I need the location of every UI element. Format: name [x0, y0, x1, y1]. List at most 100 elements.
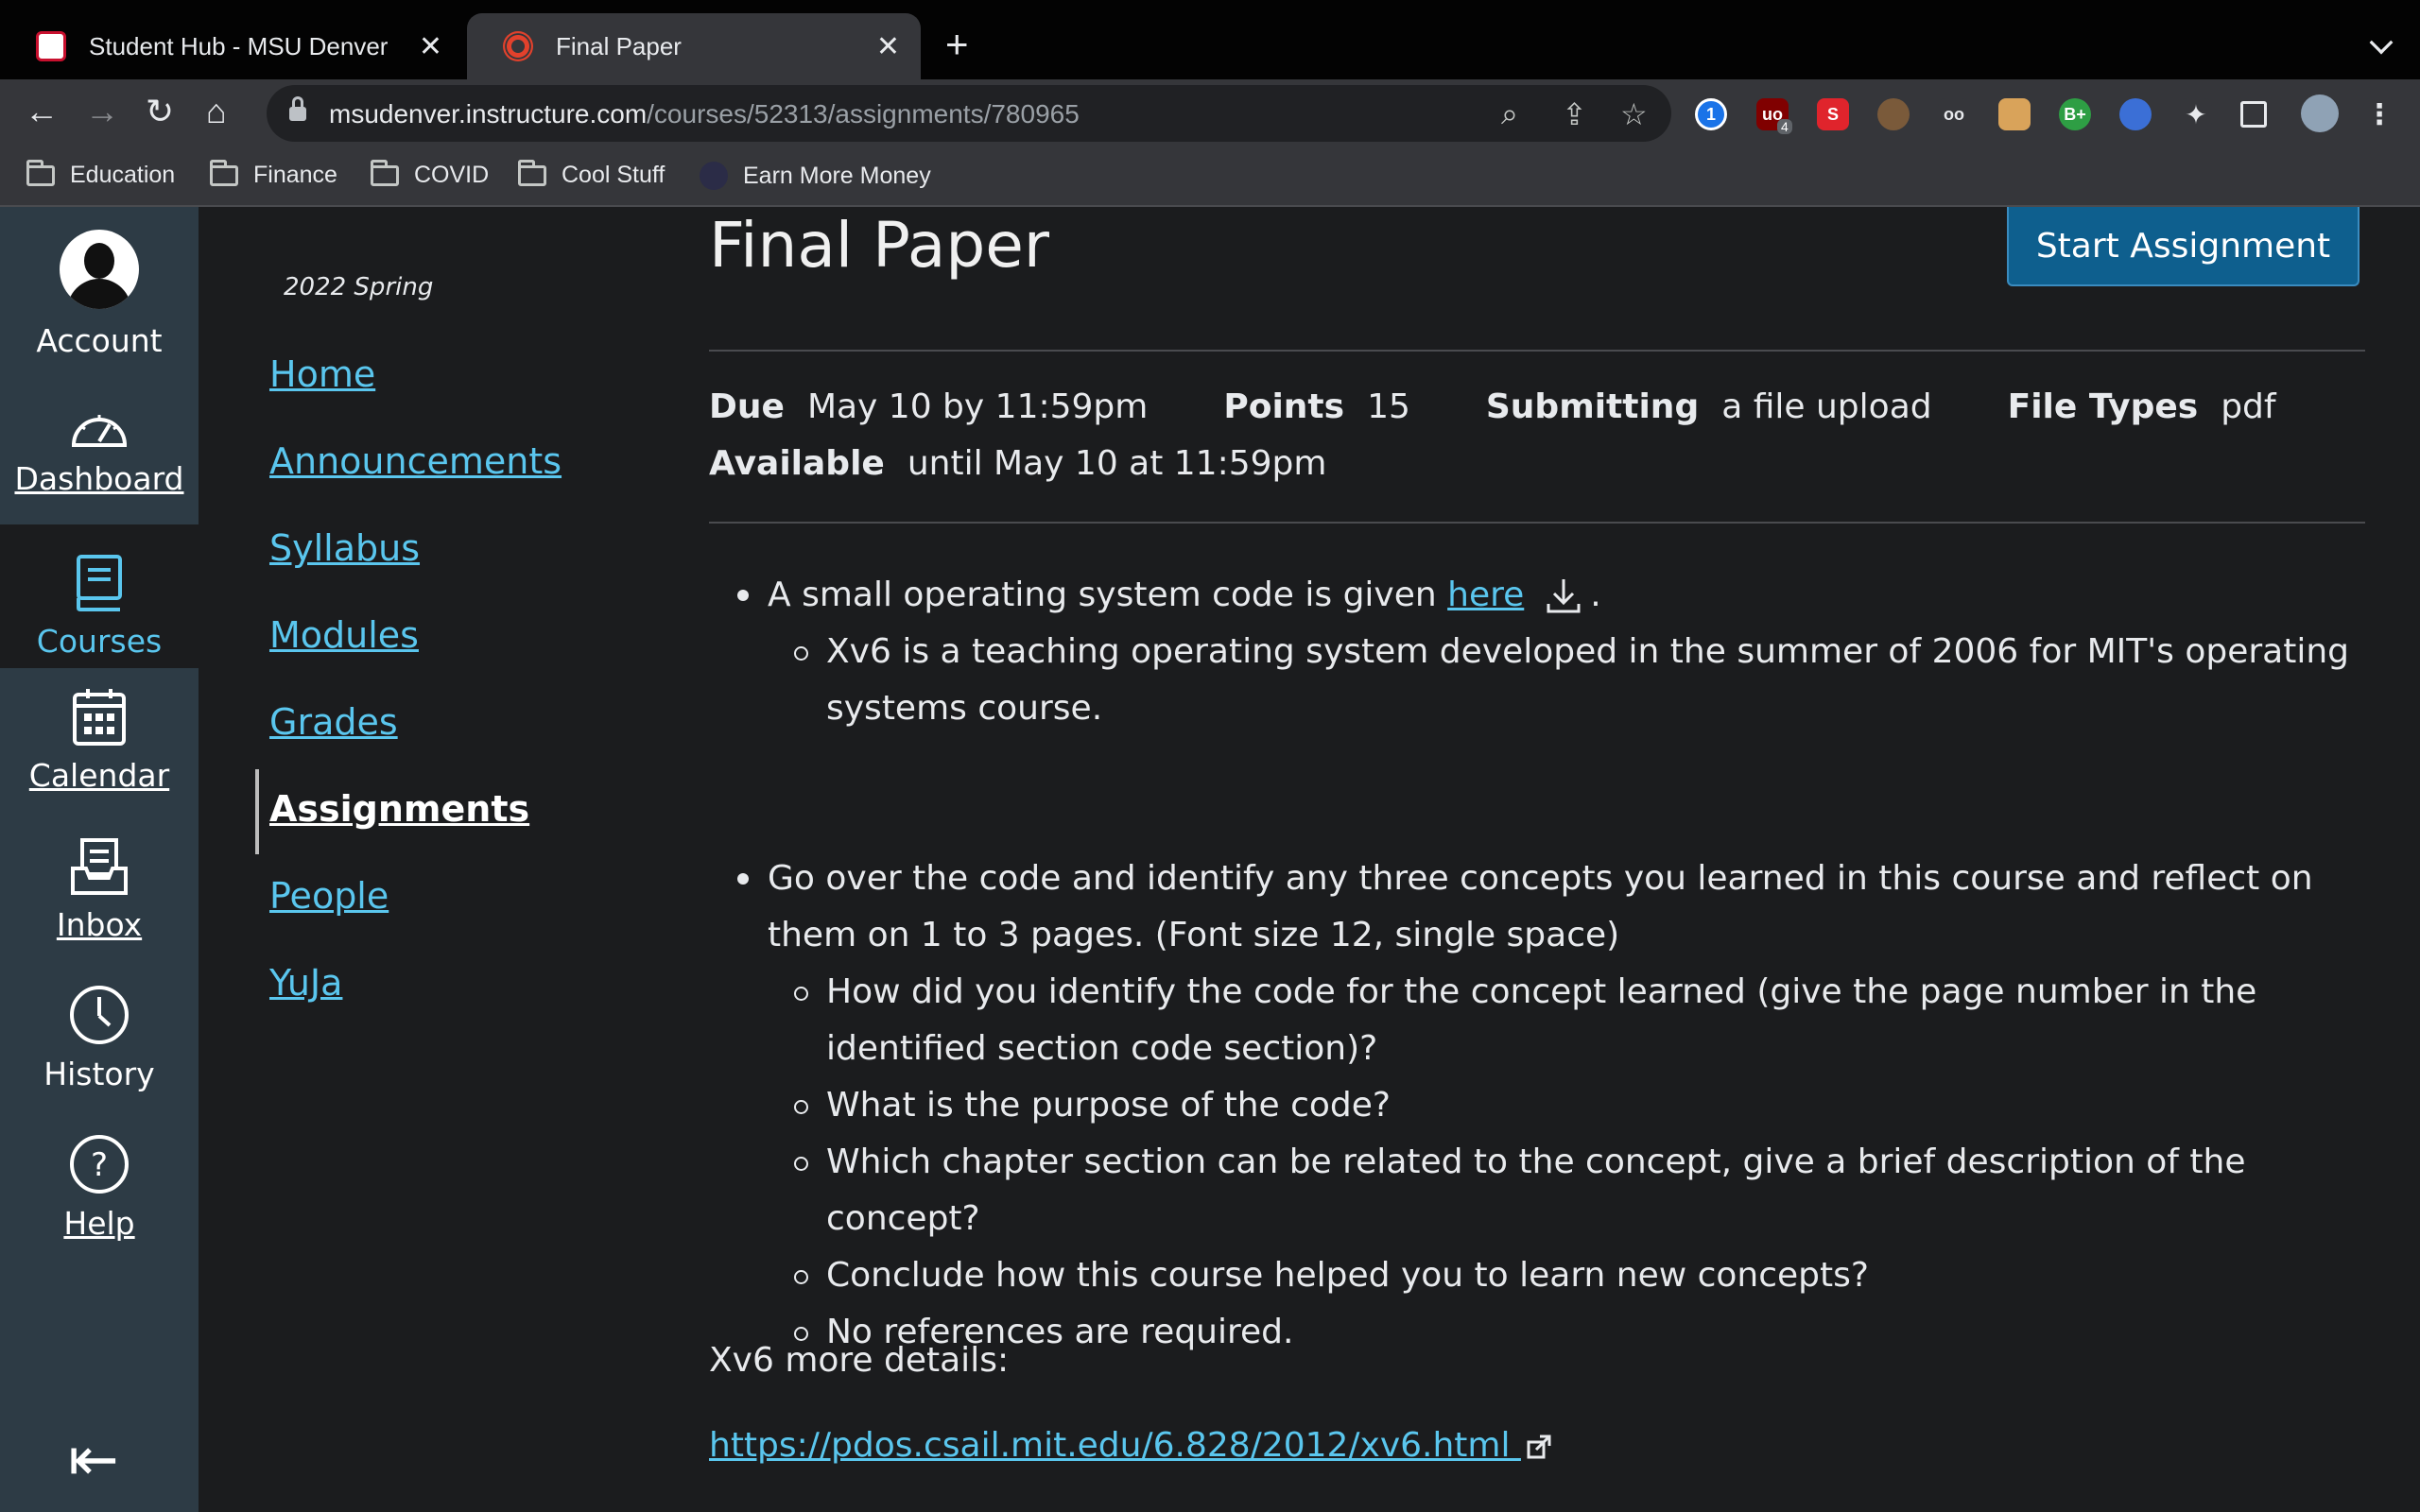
assignment-content: Final Paper Start Assignment Due May 10 b…	[709, 207, 2420, 1512]
new-tab-button[interactable]: +	[945, 25, 969, 64]
list-item: Go over the code and identify any three …	[737, 850, 2373, 1361]
calendar-icon	[73, 689, 126, 746]
global-navigation: Account Dashboard Courses Calendar Inbox…	[0, 207, 199, 1512]
details-link-row: https://pdos.csail.mit.edu/6.828/2012/xv…	[709, 1418, 2373, 1474]
blue-extension-icon[interactable]	[2119, 98, 2152, 130]
xv6-details-link[interactable]: https://pdos.csail.mit.edu/6.828/2012/xv…	[709, 1426, 1521, 1465]
course-nav-syllabus[interactable]: Syllabus	[269, 527, 420, 569]
download-icon[interactable]	[1545, 576, 1582, 617]
course-nav-assignments[interactable]: Assignments	[269, 788, 529, 830]
bookmark-education[interactable]: Education	[26, 159, 176, 189]
avatar	[60, 230, 139, 309]
global-nav-label: Inbox	[56, 906, 143, 943]
course-nav-yuja[interactable]: YuJa	[269, 962, 342, 1004]
url-path: /courses/52313/assignments/780965	[647, 99, 1080, 129]
global-nav-label: Help	[63, 1205, 135, 1242]
global-nav-calendar[interactable]: Calendar	[0, 687, 199, 794]
help-icon: ?	[70, 1135, 129, 1194]
browser-tab-bar: Student Hub - MSU Denver ✕ Final Paper ✕…	[0, 0, 2420, 79]
bookmark-label: Education	[70, 162, 176, 188]
global-nav-account[interactable]: Account	[0, 230, 199, 359]
inbox-icon	[71, 838, 128, 895]
course-nav-home[interactable]: Home	[269, 353, 375, 395]
back-button[interactable]: ←	[25, 94, 59, 129]
points-label: Points	[1223, 387, 1345, 426]
list-item: What is the purpose of the code?	[794, 1077, 2373, 1134]
available-label: Available	[709, 444, 885, 483]
bookmark-label: Earn More Money	[743, 162, 931, 189]
tab-final-paper[interactable]: Final Paper ✕	[467, 13, 921, 79]
bookmark-covid[interactable]: COVID	[371, 159, 489, 189]
course-nav-grades[interactable]: Grades	[269, 701, 398, 743]
reload-button[interactable]: ↻	[146, 94, 174, 129]
site-icon	[700, 162, 728, 190]
folder-icon	[210, 159, 238, 186]
assignment-details-row: Due May 10 by 11:59pm Points 15 Submitting a …	[709, 387, 2352, 426]
zoom-icon[interactable]: ⌕	[1501, 96, 1518, 132]
global-nav-history[interactable]: History	[0, 984, 199, 1092]
global-nav-courses[interactable]: Courses	[0, 524, 199, 668]
browser-toolbar: ← → ↻ ⌂ msudenver.instructure.com/course…	[0, 79, 2420, 148]
bplus-extension-icon[interactable]: B+	[2059, 98, 2091, 130]
tab-search-chevron-icon[interactable]	[2369, 30, 2394, 55]
folder-icon	[518, 159, 546, 186]
tab-title: Final Paper	[556, 31, 682, 60]
tab-student-hub[interactable]: Student Hub - MSU Denver ✕	[0, 13, 463, 79]
tab-title: Student Hub - MSU Denver	[89, 31, 389, 60]
url-host: msudenver.instructure.com	[329, 99, 648, 129]
address-bar[interactable]: msudenver.instructure.com/courses/52313/…	[267, 85, 1671, 142]
history-icon	[70, 986, 129, 1044]
global-nav-label: Calendar	[28, 757, 170, 794]
glasses-extension-icon[interactable]: oo	[1938, 98, 1970, 130]
divider	[709, 350, 2365, 352]
forward-button[interactable]: →	[85, 94, 119, 129]
password-manager-extension-icon[interactable]: 1	[1695, 98, 1727, 130]
more-details-text: Xv6 more details:	[709, 1341, 1010, 1380]
profile-avatar[interactable]	[2301, 94, 2339, 132]
global-nav-dashboard[interactable]: Dashboard	[0, 404, 199, 497]
availability-row: Available until May 10 at 11:59pm	[709, 444, 1402, 483]
close-tab-icon[interactable]: ✕	[419, 30, 442, 63]
instruction-list: Go over the code and identify any three …	[709, 850, 2373, 1361]
courses-icon	[77, 555, 122, 611]
list-item: Conclude how this course helped you to l…	[794, 1247, 2373, 1304]
folder-icon	[26, 159, 55, 186]
collapse-nav-icon[interactable]: ⇤	[68, 1429, 119, 1489]
share-icon[interactable]: ⇪	[1562, 96, 1587, 132]
dashboard-icon	[72, 415, 127, 447]
side-panel-icon[interactable]	[2240, 101, 2267, 128]
s-extension-icon[interactable]: S	[1817, 98, 1849, 130]
instruction-list: A small operating system code is given h…	[709, 567, 2373, 737]
browser-menu-icon[interactable]: ⋮	[2363, 98, 2395, 130]
global-nav-label: Account	[36, 322, 163, 359]
bookmark-earn-more-money[interactable]: Earn More Money	[700, 162, 931, 190]
points-value: 15	[1367, 387, 1410, 426]
bookmark-star-icon[interactable]: ☆	[1620, 96, 1648, 132]
page-title: Final Paper	[709, 209, 1050, 282]
global-nav-inbox[interactable]: Inbox	[0, 836, 199, 943]
box-extension-icon[interactable]	[1998, 98, 2031, 130]
available-value: until May 10 at 11:59pm	[907, 444, 1327, 483]
course-nav-modules[interactable]: Modules	[269, 614, 419, 656]
due-label: Due	[709, 387, 785, 426]
due-value: May 10 by 11:59pm	[806, 387, 1149, 426]
list-item: Xv6 is a teaching operating system devel…	[794, 624, 2373, 737]
active-indicator	[255, 769, 259, 854]
svg-text:?: ?	[91, 1146, 108, 1184]
bookmark-cool-stuff[interactable]: Cool Stuff	[518, 159, 665, 189]
course-nav-announcements[interactable]: Announcements	[269, 440, 562, 482]
submitting-value: a file upload	[1721, 387, 1932, 426]
file-types-value: pdf	[2221, 387, 2276, 426]
code-download-link[interactable]: here	[1447, 576, 1524, 614]
cookie-extension-icon[interactable]	[1877, 98, 1910, 130]
course-nav-people[interactable]: People	[269, 875, 389, 917]
global-nav-help[interactable]: ? Help	[0, 1133, 199, 1242]
start-assignment-button[interactable]: Start Assignment	[2007, 207, 2360, 286]
home-button[interactable]: ⌂	[206, 94, 227, 129]
divider	[709, 522, 2365, 524]
bullet-text: A small operating system code is given	[768, 576, 1448, 614]
close-tab-icon[interactable]: ✕	[876, 30, 900, 63]
bookmark-finance[interactable]: Finance	[210, 159, 337, 189]
extensions-puzzle-icon[interactable]: ✦	[2180, 98, 2212, 130]
course-term: 2022 Spring	[284, 273, 434, 301]
